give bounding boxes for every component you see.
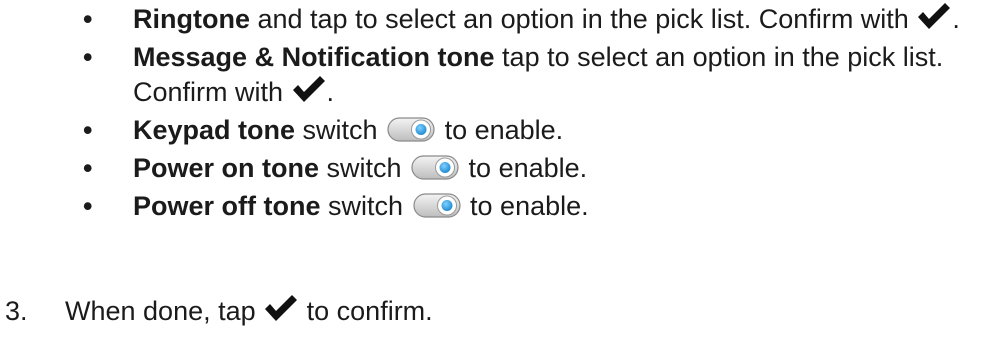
list-item-ringtone: • Ringtone and tap to select an option in… xyxy=(0,2,986,37)
checkmark-icon xyxy=(263,294,299,322)
bullet-symbol: • xyxy=(83,42,93,73)
list-item-power-off-tone: • Power off tone switch to enable. xyxy=(0,189,986,224)
step-text-end: to confirm. xyxy=(299,296,433,326)
list-item-message-notification-tone: • Message & Notification tone tap to sele… xyxy=(0,40,986,110)
step-3: 3. When done, tap to confirm. xyxy=(0,294,986,329)
item-text-end: . xyxy=(326,77,335,108)
item-title: Keypad tone xyxy=(133,115,296,146)
item-title: Ringtone xyxy=(133,4,250,34)
item-text: switch xyxy=(320,191,411,222)
item-text-end: . xyxy=(952,4,960,34)
toggle-switch-icon xyxy=(411,154,459,181)
toggle-switch-icon xyxy=(412,192,461,219)
item-title: Power on tone xyxy=(133,153,320,184)
bullet-symbol: • xyxy=(83,4,93,34)
list-item-keypad-tone: • Keypad tone switch to enable. xyxy=(0,113,986,148)
item-title: Power off tone xyxy=(133,191,321,222)
checkmark-icon xyxy=(916,2,952,30)
document-page: • Ringtone and tap to select an option in… xyxy=(0,0,986,347)
item-text-end: to enable. xyxy=(437,115,564,146)
bullet-symbol: • xyxy=(83,191,93,222)
step-text: When done, tap xyxy=(65,296,264,326)
list-item-power-on-tone: • Power on tone switch to enable. xyxy=(0,151,986,186)
item-text-end: to enable. xyxy=(461,153,588,184)
checkmark-icon xyxy=(291,75,327,103)
item-title: Message & Notification tone xyxy=(133,42,495,73)
item-text: and tap to select an option in the pick … xyxy=(249,4,917,34)
step-number: 3. xyxy=(5,296,28,326)
bullet-symbol: • xyxy=(83,153,93,184)
item-text: switch xyxy=(319,153,410,184)
item-text: switch xyxy=(295,115,386,146)
bullet-symbol: • xyxy=(83,115,93,146)
settings-bullet-list: • Ringtone and tap to select an option in… xyxy=(0,2,986,228)
item-text-end: to enable. xyxy=(462,191,589,222)
toggle-switch-icon xyxy=(387,116,435,143)
